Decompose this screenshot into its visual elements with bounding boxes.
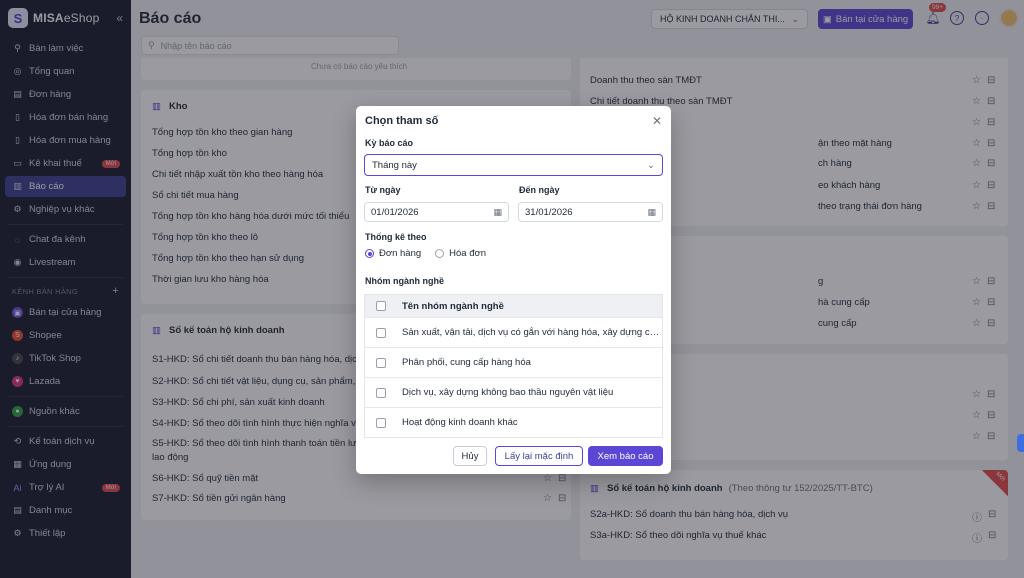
radio-selected-icon — [365, 249, 374, 258]
calendar-icon[interactable]: ▦ — [647, 207, 656, 218]
view-report-button[interactable]: Xem báo cáo — [588, 446, 663, 466]
from-date-label: Từ ngày — [365, 185, 401, 195]
dialog-title: Chọn tham số — [365, 115, 439, 127]
table-row[interactable]: Phân phối, cung cấp hàng hóa — [365, 347, 662, 377]
parameter-dialog: Chọn tham số ✕ Kỳ báo cáo Tháng này ⌄ Từ … — [356, 106, 671, 474]
table-row[interactable]: Sản xuất, vận tải, dịch vụ có gắn với hà… — [365, 317, 662, 347]
row-checkbox[interactable] — [376, 357, 386, 368]
industry-group-label: Nhóm ngành nghề — [365, 276, 444, 286]
radio-unselected-icon — [435, 249, 445, 258]
row-checkbox[interactable] — [376, 327, 386, 338]
table-row[interactable]: Hoạt động kinh doanh khác — [365, 407, 662, 437]
table-row[interactable]: Dịch vụ, xây dựng không bao thầu nguyên … — [365, 377, 662, 407]
reset-default-button[interactable]: Lấy lại mặc định — [495, 446, 583, 466]
to-date-label: Đến ngày — [519, 185, 560, 195]
select-all-checkbox[interactable] — [376, 301, 386, 311]
cancel-button[interactable]: Hủy — [453, 446, 487, 466]
to-date-input[interactable]: 31/01/2026 ▦ — [518, 202, 663, 222]
period-label: Kỳ báo cáo — [365, 138, 414, 148]
close-icon[interactable]: ✕ — [652, 114, 662, 128]
industry-group-table: Tên nhóm ngành nghề Sản xuất, vận tải, d… — [364, 294, 663, 438]
from-date-input[interactable]: 01/01/2026 ▦ — [364, 202, 509, 222]
stat-by-label: Thống kê theo — [365, 232, 427, 242]
period-select[interactable]: Tháng này ⌄ — [364, 154, 663, 176]
row-checkbox[interactable] — [376, 387, 386, 398]
stat-by-radio-group: Đơn hàng Hóa đơn — [365, 248, 486, 259]
calendar-icon[interactable]: ▦ — [493, 207, 502, 218]
radio-invoice[interactable]: Hóa đơn — [435, 248, 486, 259]
side-panel-toggle[interactable] — [1017, 434, 1024, 452]
row-checkbox[interactable] — [376, 417, 386, 428]
table-header: Tên nhóm ngành nghề — [365, 295, 662, 317]
chevron-down-icon: ⌄ — [647, 159, 655, 171]
radio-order[interactable]: Đơn hàng — [365, 248, 421, 259]
